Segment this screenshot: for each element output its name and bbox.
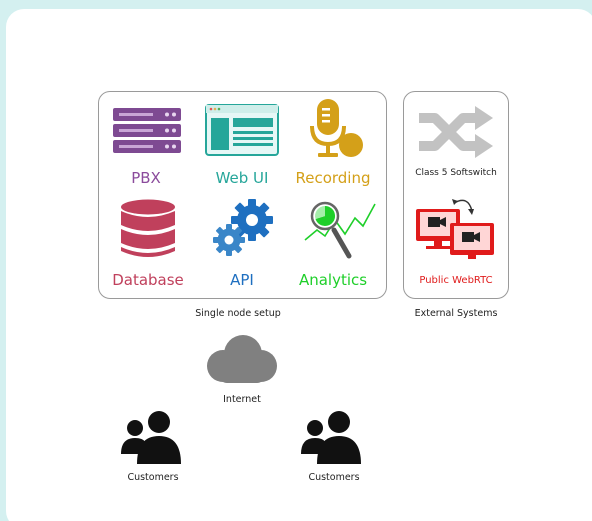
browser-window-icon — [205, 104, 279, 156]
analytics-label: Analytics — [298, 271, 368, 289]
recording-label: Recording — [295, 169, 371, 187]
database-label: Database — [112, 271, 184, 289]
database-icon — [121, 199, 175, 257]
shuffle-arrows-icon — [419, 106, 493, 158]
gears-icon — [213, 199, 273, 256]
users-icon — [121, 411, 181, 464]
api-label: API — [230, 271, 254, 289]
users-icon — [301, 411, 361, 464]
microphone-icon — [310, 99, 363, 157]
video-screens-icon — [416, 199, 494, 259]
webrtc-label: Public WebRTC — [419, 275, 493, 286]
single-node-caption: Single node setup — [195, 308, 281, 319]
magnifier-chart-icon — [304, 201, 376, 259]
pbx-label: PBX — [131, 169, 161, 187]
webui-label: Web UI — [215, 169, 269, 187]
softswitch-label: Class 5 Softswitch — [415, 168, 497, 178]
internet-label: Internet — [223, 394, 261, 405]
customers-right-label: Customers — [308, 472, 360, 483]
server-rack-icon — [113, 108, 181, 153]
external-systems-caption: External Systems — [414, 308, 498, 319]
cloud-icon — [207, 335, 277, 383]
customers-left-label: Customers — [127, 472, 179, 483]
